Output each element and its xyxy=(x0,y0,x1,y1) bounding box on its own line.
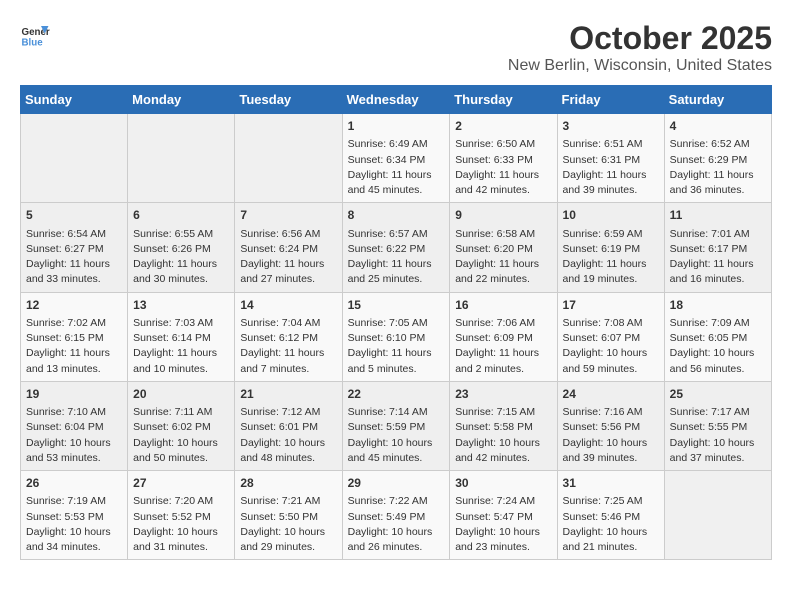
calendar-week-5: 26Sunrise: 7:19 AMSunset: 5:53 PMDayligh… xyxy=(21,471,772,560)
day-number: 27 xyxy=(133,475,229,492)
calendar-week-2: 5Sunrise: 6:54 AMSunset: 6:27 PMDaylight… xyxy=(21,203,772,292)
logo-icon: General Blue xyxy=(20,20,50,50)
day-number: 24 xyxy=(563,386,659,403)
calendar-week-4: 19Sunrise: 7:10 AMSunset: 6:04 PMDayligh… xyxy=(21,381,772,470)
calendar-cell: 11Sunrise: 7:01 AMSunset: 6:17 PMDayligh… xyxy=(664,203,771,292)
day-number: 15 xyxy=(348,297,445,314)
day-number: 30 xyxy=(455,475,551,492)
day-number: 17 xyxy=(563,297,659,314)
calendar-cell xyxy=(128,114,235,203)
header: General Blue October 2025 New Berlin, Wi… xyxy=(20,20,772,75)
day-number: 26 xyxy=(26,475,122,492)
header-row: SundayMondayTuesdayWednesdayThursdayFrid… xyxy=(21,86,772,114)
calendar-cell: 3Sunrise: 6:51 AMSunset: 6:31 PMDaylight… xyxy=(557,114,664,203)
calendar-cell: 27Sunrise: 7:20 AMSunset: 5:52 PMDayligh… xyxy=(128,471,235,560)
header-cell-wednesday: Wednesday xyxy=(342,86,450,114)
title-area: October 2025 New Berlin, Wisconsin, Unit… xyxy=(508,20,772,75)
calendar-cell: 24Sunrise: 7:16 AMSunset: 5:56 PMDayligh… xyxy=(557,381,664,470)
day-number: 19 xyxy=(26,386,122,403)
header-cell-tuesday: Tuesday xyxy=(235,86,342,114)
calendar-week-3: 12Sunrise: 7:02 AMSunset: 6:15 PMDayligh… xyxy=(21,292,772,381)
day-number: 13 xyxy=(133,297,229,314)
day-number: 6 xyxy=(133,207,229,224)
logo: General Blue xyxy=(20,20,50,50)
day-number: 16 xyxy=(455,297,551,314)
day-number: 29 xyxy=(348,475,445,492)
calendar-cell xyxy=(21,114,128,203)
day-number: 5 xyxy=(26,207,122,224)
calendar-cell: 25Sunrise: 7:17 AMSunset: 5:55 PMDayligh… xyxy=(664,381,771,470)
header-cell-thursday: Thursday xyxy=(450,86,557,114)
calendar-body: 1Sunrise: 6:49 AMSunset: 6:34 PMDaylight… xyxy=(21,114,772,560)
calendar-cell: 19Sunrise: 7:10 AMSunset: 6:04 PMDayligh… xyxy=(21,381,128,470)
location: New Berlin, Wisconsin, United States xyxy=(508,57,772,75)
calendar-cell: 9Sunrise: 6:58 AMSunset: 6:20 PMDaylight… xyxy=(450,203,557,292)
day-number: 7 xyxy=(240,207,336,224)
calendar-cell: 14Sunrise: 7:04 AMSunset: 6:12 PMDayligh… xyxy=(235,292,342,381)
calendar-cell: 31Sunrise: 7:25 AMSunset: 5:46 PMDayligh… xyxy=(557,471,664,560)
calendar-header: SundayMondayTuesdayWednesdayThursdayFrid… xyxy=(21,86,772,114)
calendar-week-1: 1Sunrise: 6:49 AMSunset: 6:34 PMDaylight… xyxy=(21,114,772,203)
calendar-cell: 16Sunrise: 7:06 AMSunset: 6:09 PMDayligh… xyxy=(450,292,557,381)
day-number: 23 xyxy=(455,386,551,403)
day-number: 11 xyxy=(670,207,766,224)
svg-text:Blue: Blue xyxy=(22,38,44,49)
calendar-cell: 23Sunrise: 7:15 AMSunset: 5:58 PMDayligh… xyxy=(450,381,557,470)
calendar-cell: 20Sunrise: 7:11 AMSunset: 6:02 PMDayligh… xyxy=(128,381,235,470)
calendar-cell: 7Sunrise: 6:56 AMSunset: 6:24 PMDaylight… xyxy=(235,203,342,292)
day-number: 10 xyxy=(563,207,659,224)
calendar-cell: 18Sunrise: 7:09 AMSunset: 6:05 PMDayligh… xyxy=(664,292,771,381)
calendar-cell: 28Sunrise: 7:21 AMSunset: 5:50 PMDayligh… xyxy=(235,471,342,560)
day-number: 22 xyxy=(348,386,445,403)
calendar-cell: 4Sunrise: 6:52 AMSunset: 6:29 PMDaylight… xyxy=(664,114,771,203)
day-number: 31 xyxy=(563,475,659,492)
day-number: 1 xyxy=(348,118,445,135)
day-number: 28 xyxy=(240,475,336,492)
calendar-cell: 29Sunrise: 7:22 AMSunset: 5:49 PMDayligh… xyxy=(342,471,450,560)
calendar-cell: 13Sunrise: 7:03 AMSunset: 6:14 PMDayligh… xyxy=(128,292,235,381)
calendar-cell: 15Sunrise: 7:05 AMSunset: 6:10 PMDayligh… xyxy=(342,292,450,381)
calendar-cell: 22Sunrise: 7:14 AMSunset: 5:59 PMDayligh… xyxy=(342,381,450,470)
month-title: October 2025 xyxy=(508,20,772,57)
day-number: 9 xyxy=(455,207,551,224)
calendar-cell: 6Sunrise: 6:55 AMSunset: 6:26 PMDaylight… xyxy=(128,203,235,292)
calendar-cell xyxy=(664,471,771,560)
calendar-cell: 1Sunrise: 6:49 AMSunset: 6:34 PMDaylight… xyxy=(342,114,450,203)
header-cell-friday: Friday xyxy=(557,86,664,114)
day-number: 4 xyxy=(670,118,766,135)
calendar-cell: 12Sunrise: 7:02 AMSunset: 6:15 PMDayligh… xyxy=(21,292,128,381)
calendar-cell: 8Sunrise: 6:57 AMSunset: 6:22 PMDaylight… xyxy=(342,203,450,292)
day-number: 21 xyxy=(240,386,336,403)
day-number: 3 xyxy=(563,118,659,135)
calendar-cell: 10Sunrise: 6:59 AMSunset: 6:19 PMDayligh… xyxy=(557,203,664,292)
day-number: 2 xyxy=(455,118,551,135)
day-number: 18 xyxy=(670,297,766,314)
day-number: 14 xyxy=(240,297,336,314)
header-cell-monday: Monday xyxy=(128,86,235,114)
calendar-cell xyxy=(235,114,342,203)
day-number: 12 xyxy=(26,297,122,314)
calendar-cell: 5Sunrise: 6:54 AMSunset: 6:27 PMDaylight… xyxy=(21,203,128,292)
calendar-cell: 21Sunrise: 7:12 AMSunset: 6:01 PMDayligh… xyxy=(235,381,342,470)
calendar-cell: 26Sunrise: 7:19 AMSunset: 5:53 PMDayligh… xyxy=(21,471,128,560)
day-number: 25 xyxy=(670,386,766,403)
day-number: 20 xyxy=(133,386,229,403)
header-cell-sunday: Sunday xyxy=(21,86,128,114)
calendar-cell: 17Sunrise: 7:08 AMSunset: 6:07 PMDayligh… xyxy=(557,292,664,381)
calendar-cell: 2Sunrise: 6:50 AMSunset: 6:33 PMDaylight… xyxy=(450,114,557,203)
calendar-table: SundayMondayTuesdayWednesdayThursdayFrid… xyxy=(20,85,772,560)
header-cell-saturday: Saturday xyxy=(664,86,771,114)
calendar-cell: 30Sunrise: 7:24 AMSunset: 5:47 PMDayligh… xyxy=(450,471,557,560)
day-number: 8 xyxy=(348,207,445,224)
